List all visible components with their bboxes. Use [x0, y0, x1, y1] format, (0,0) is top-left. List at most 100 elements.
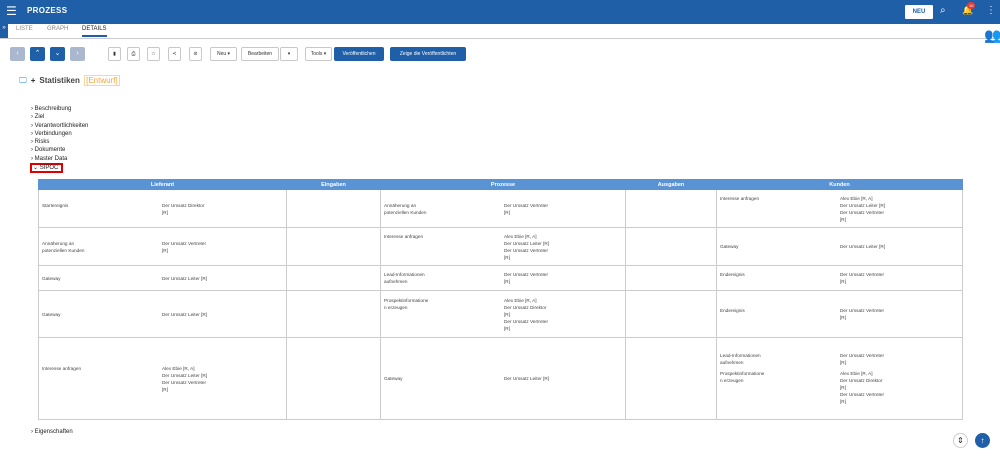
responsible-roles: Alex Ebie [R, A] Der Umsatz Leiter [R] D… — [840, 195, 886, 222]
table-row: Startereignis Der Umsatz Direktor [R] Annä… — [38, 189, 963, 228]
show-published-button[interactable]: Zeige die Veröffentlichten — [390, 47, 466, 61]
header-prozesse: Prozesse — [380, 179, 626, 190]
ausgaben-cell — [625, 337, 717, 420]
responsible-roles: Der Umsatz Leiter [R] — [162, 275, 208, 281]
tab-liste[interactable]: LISTE — [16, 26, 33, 32]
header-lieferant: Lieferant — [38, 179, 287, 190]
sipoc-label: SIPOC — [39, 165, 59, 171]
tab-details[interactable]: DETAILS — [82, 26, 107, 37]
next-button[interactable]: › — [70, 47, 85, 61]
responsible-roles: Der Umsatz Vertreter [R] — [840, 308, 885, 320]
prozesse-cell: Prospektinformatione n erzeugen Alex Ebie… — [380, 290, 626, 338]
sipoc-section-toggle[interactable]: ⌄ SIPOC — [30, 163, 63, 173]
hide-icon[interactable]: ⊘ — [189, 47, 202, 61]
notifications-bell-icon[interactable]: 🔔 10 — [962, 2, 976, 16]
kunden-cell: Gateway Der Umsatz Leiter [R] — [716, 227, 963, 266]
collapse-sidebar-icon[interactable]: » — [0, 24, 8, 38]
ausgaben-cell — [625, 265, 717, 291]
responsible-roles: Alex Ebie [R, A] Der Umsatz Leiter [R] D… — [162, 365, 208, 392]
step-label: Endereignis — [720, 308, 745, 313]
responsible-roles: Der Umsatz Vertreter [R] — [504, 272, 549, 284]
kunden-cell: Endereignis Der Umsatz Vertreter [R] — [716, 265, 963, 291]
publish-button[interactable]: Veröffentlichen — [334, 47, 384, 61]
step-label: Gateway — [720, 244, 739, 249]
section-eigenschaften[interactable]: › Eigenschaften — [31, 429, 73, 435]
responsible-roles: Der Umsatz Vertreter [R] — [840, 353, 885, 365]
bearbeiten-button[interactable]: Bearbeiten — [241, 47, 279, 61]
table-row: Interesse anfragen Alex Ebie [R, A] Der U… — [38, 337, 963, 420]
section-item[interactable]: › Dokumente — [31, 146, 88, 154]
section-label: Dokumente — [34, 147, 66, 154]
process-name: Statistiken — [39, 76, 80, 85]
step-label: Gateway — [384, 376, 403, 381]
more-vert-icon[interactable]: ⋮ — [986, 5, 996, 16]
step-label: Annäherung an potenziellen Kunden — [42, 240, 85, 253]
step-label: Endereignis — [720, 272, 745, 277]
table-row: Annäherung an potenziellen Kunden Der Ums… — [38, 227, 963, 266]
responsible-roles: Der Umsatz Leiter [R] — [504, 376, 550, 381]
step-label: Annäherung an potenziellen Kunden — [384, 202, 427, 215]
step-label: Gateway — [42, 275, 61, 281]
tab-graph[interactable]: GRAPH — [47, 26, 68, 32]
section-item[interactable]: › Ziel — [31, 113, 88, 121]
eingaben-cell — [286, 227, 381, 266]
users-group-icon[interactable]: 👥 — [984, 27, 1000, 44]
prozesse-cell: Lead-Informationen aufnehmen Der Umsatz V… — [380, 265, 626, 291]
section-list: › Beschreibung › Ziel › Verantwortlichkeit… — [31, 105, 88, 163]
section-item[interactable]: › Verantwortlichkeiten — [31, 122, 88, 130]
bearbeiten-dropdown-icon[interactable]: ▾ — [280, 47, 298, 61]
step-label: Gateway — [42, 311, 61, 317]
table-row: Gateway Der Umsatz Leiter [R] Prospektinfo… — [38, 290, 963, 338]
step-label: Lead-Informationen aufnehmen — [720, 353, 761, 365]
sipoc-table: Lieferant Eingaben Prozesse Ausgaben Kun… — [38, 179, 963, 420]
header-ausgaben: Ausgaben — [625, 179, 717, 190]
status-badge: [Entwurf] — [84, 75, 120, 86]
share-icon[interactable]: ≺ — [168, 47, 181, 61]
lieferant-cell: Gateway Der Umsatz Leiter [R] — [38, 290, 287, 338]
top-bar: ☰ PROZESS NEU ⌕ 🔔 10 ⋮ — [0, 0, 1000, 24]
print-icon[interactable]: ⎙ — [127, 47, 140, 61]
section-label: Risks — [34, 139, 50, 146]
page-title: 🖵 + Statistiken [Entwurf] — [19, 75, 120, 88]
tools-dropdown[interactable]: Tools ▾ — [305, 47, 332, 61]
responsible-roles: Der Umsatz Leiter [R] — [840, 244, 886, 249]
responsible-roles: Der Umsatz Leiter [R] — [162, 311, 208, 317]
header-kunden: Kunden — [716, 179, 963, 190]
document-icon[interactable]: ▮ — [108, 47, 121, 61]
prozesse-cell: Annäherung an potenziellen Kunden Der Ums… — [380, 189, 626, 228]
responsible-roles: Alex Ebie [R, A] Der Umsatz Direktor [R]… — [840, 371, 885, 404]
responsible-roles: Alex Ebie [R, A] Der Umsatz Leiter [R] D… — [504, 233, 550, 260]
favorite-star-icon[interactable]: ☆ — [147, 47, 160, 61]
section-item[interactable]: › Risks — [31, 138, 88, 146]
step-label: Interesse anfragen — [384, 233, 424, 239]
ausgaben-cell — [625, 189, 717, 228]
section-item[interactable]: › Verbindungen — [31, 130, 88, 138]
expand-down-button[interactable]: ⌄ — [50, 47, 65, 61]
collapse-up-button[interactable]: ⌃ — [30, 47, 45, 61]
new-button[interactable]: NEU — [905, 5, 933, 19]
monitor-icon: 🖵 — [19, 76, 27, 85]
step-label: Interesse anfragen — [720, 195, 760, 201]
lieferant-cell: Startereignis Der Umsatz Direktor [R] — [38, 189, 287, 228]
kunden-cell: Interesse anfragen Alex Ebie [R, A] Der U… — [716, 189, 963, 228]
step-label: Interesse anfragen — [42, 365, 82, 371]
notification-badge: 10 — [967, 2, 976, 9]
eingaben-cell — [286, 265, 381, 291]
section-item[interactable]: › Beschreibung — [31, 105, 88, 113]
ausgaben-cell — [625, 227, 717, 266]
search-icon[interactable]: ⌕ — [940, 5, 946, 16]
step-label: Lead-Informationen aufnehmen — [384, 272, 425, 284]
scroll-top-icon[interactable]: ↑ — [975, 433, 990, 448]
section-label: Master Data — [34, 155, 68, 162]
view-tabs: » LISTE GRAPH DETAILS — [0, 24, 1000, 39]
eingaben-cell — [286, 290, 381, 338]
neu-dropdown[interactable]: Neu ▾ — [210, 47, 237, 61]
prev-button[interactable]: ‹ — [10, 47, 25, 61]
expand-collapse-icon[interactable]: ⇕ — [953, 433, 968, 448]
plus-icon[interactable]: + — [31, 76, 36, 85]
section-item[interactable]: › Master Data — [31, 155, 88, 163]
kunden-cell: Lead-Informationen aufnehmen Der Umsatz V… — [716, 337, 963, 420]
section-label: Verbindungen — [34, 130, 72, 137]
prozesse-cell: Gateway Der Umsatz Leiter [R] — [380, 337, 626, 420]
hamburger-menu-icon[interactable]: ☰ — [6, 5, 17, 17]
